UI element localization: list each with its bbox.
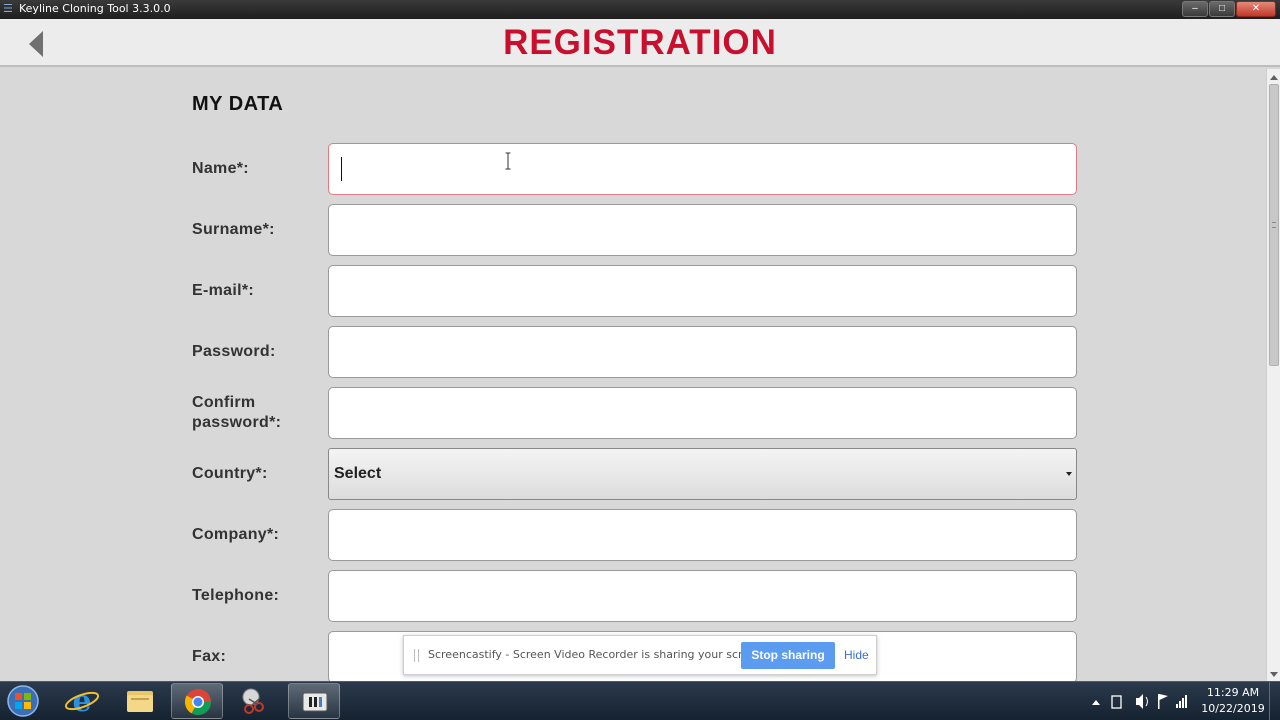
password-row: Password: [192, 326, 1077, 378]
surname-row: Surname*: [192, 204, 1077, 256]
confirm-password-label: Confirm password*: [192, 394, 282, 431]
password-label: Password: [192, 343, 276, 360]
internet-explorer-icon[interactable]: e [56, 683, 108, 719]
chrome-icon[interactable] [171, 683, 223, 719]
dropdown-arrow-icon [1066, 472, 1072, 476]
country-select[interactable]: Select [328, 448, 1077, 500]
page-title: REGISTRATION [503, 23, 777, 62]
surname-input[interactable] [328, 204, 1077, 256]
registration-form: MY DATA Name*: Surname*: E-mail*: Passwo… [0, 69, 1266, 681]
window-title-bar: ☰ Keyline Cloning Tool 3.3.0.0 – □ ✕ [0, 0, 1280, 19]
taskbar: e 11:29 AM 10/22/2019 [0, 681, 1280, 720]
email-label: E-mail*: [192, 282, 254, 299]
email-row: E-mail*: [192, 265, 1077, 317]
clock-time: 11:29 AM [1206, 686, 1260, 699]
section-title: MY DATA [192, 93, 284, 115]
drag-handle-icon[interactable] [414, 649, 419, 662]
screencastify-sharing-bar: Screencastify - Screen Video Recorder is… [403, 635, 877, 675]
surname-label: Surname*: [192, 221, 275, 238]
sharing-message: Screencastify - Screen Video Recorder is… [428, 648, 767, 661]
svg-text:e: e [72, 684, 91, 719]
device-icon [1111, 695, 1122, 709]
company-input[interactable] [328, 509, 1077, 561]
app-header: REGISTRATION [0, 19, 1280, 67]
country-select-value: Select [334, 465, 382, 482]
country-label: Country*: [192, 465, 268, 482]
stop-sharing-button[interactable]: Stop sharing [741, 642, 835, 669]
confirm-password-row: Confirm password*: [192, 387, 1077, 439]
action-center-flag-icon [1158, 694, 1160, 709]
minimize-button[interactable]: – [1182, 1, 1208, 17]
maximize-button[interactable]: □ [1209, 1, 1235, 17]
country-row: Country*: Select [192, 448, 1077, 500]
file-explorer-icon[interactable] [114, 683, 166, 719]
start-button-icon[interactable] [3, 684, 43, 718]
close-button[interactable]: ✕ [1236, 1, 1276, 17]
name-input[interactable] [328, 143, 1077, 195]
system-clock[interactable]: 11:29 AM 10/22/2019 [1200, 686, 1266, 716]
window-controls: – □ ✕ [1181, 1, 1276, 17]
network-icon [1176, 704, 1178, 708]
clock-date: 10/22/2019 [1201, 702, 1265, 715]
show-hidden-icons-icon [1092, 700, 1100, 705]
telephone-input[interactable] [328, 570, 1077, 622]
telephone-label: Telephone: [192, 587, 280, 604]
company-label: Company*: [192, 526, 280, 543]
window-title: Keyline Cloning Tool 3.3.0.0 [19, 2, 171, 15]
hide-link[interactable]: Hide [844, 648, 869, 662]
keyline-cloning-tool-taskbar-icon[interactable] [288, 683, 340, 719]
text-caret [341, 157, 342, 181]
name-row: Name*: [192, 143, 1077, 195]
vertical-scrollbar[interactable] [1266, 69, 1280, 681]
telephone-row: Telephone: [192, 570, 1077, 622]
confirm-password-input[interactable] [328, 387, 1077, 439]
scroll-up-arrow-icon[interactable] [1270, 75, 1278, 80]
snipping-tool-icon[interactable] [229, 683, 281, 719]
show-desktop-button[interactable] [1269, 682, 1280, 720]
scroll-down-arrow-icon[interactable] [1270, 672, 1278, 677]
company-row: Company*: [192, 509, 1077, 561]
app-icon: ☰ [3, 3, 13, 15]
scrollbar-thumb[interactable] [1269, 84, 1279, 366]
password-input[interactable] [328, 326, 1077, 378]
email-input[interactable] [328, 265, 1077, 317]
system-tray[interactable] [1090, 682, 1200, 720]
text-cursor-icon [505, 152, 511, 170]
volume-icon [1136, 694, 1143, 709]
name-label: Name*: [192, 160, 249, 177]
fax-label: Fax: [192, 648, 227, 665]
